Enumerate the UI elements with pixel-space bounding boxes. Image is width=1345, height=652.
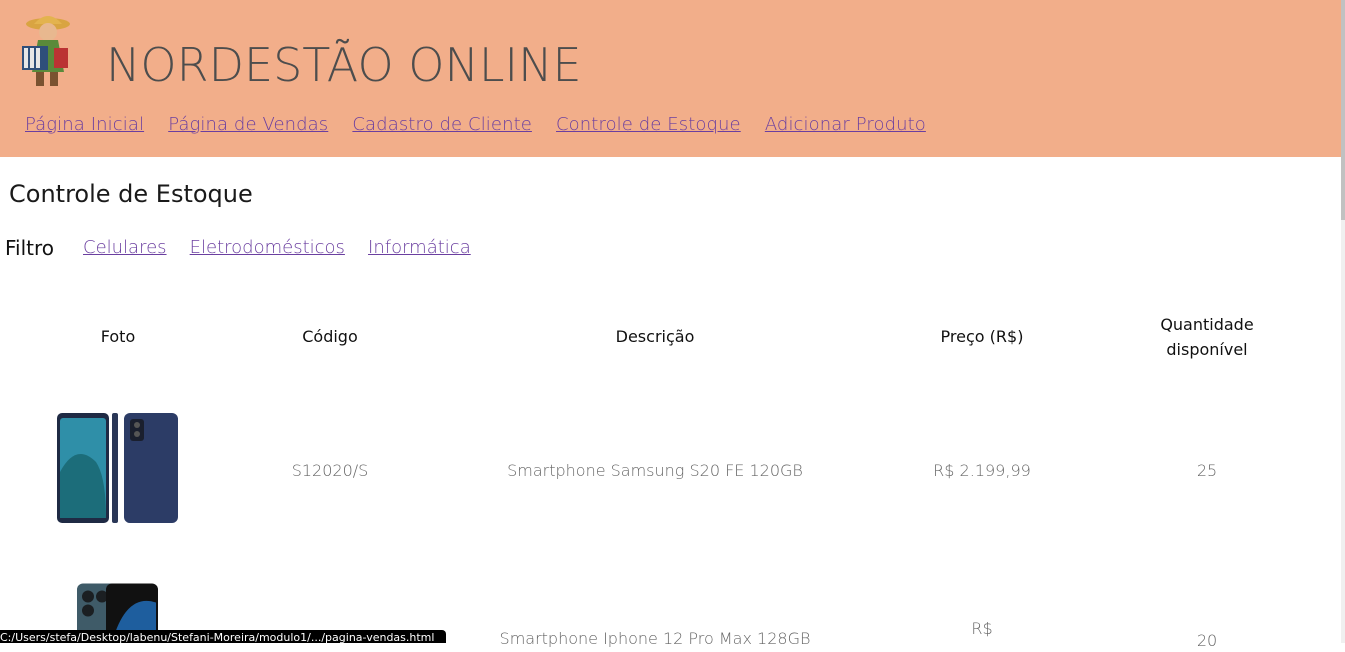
column-header-quantity: Quantidade disponível <box>1160 315 1254 359</box>
filter-label: Filtro <box>5 236 55 260</box>
product-quantity: 25 <box>1196 461 1218 480</box>
product-code: S12020/S <box>291 461 369 480</box>
filter-links: Celulares Eletrodomésticos Informática <box>83 237 489 258</box>
scrollbar-thumb[interactable] <box>1341 0 1345 220</box>
page-title: Controle de Estoque <box>9 180 253 208</box>
product-price: R$ 2.199,99 <box>933 461 1031 480</box>
link-status-bar: C:/Users/stefa/Desktop/labenu/Stefani-Mo… <box>0 630 446 643</box>
nav-link-sales[interactable]: Página de Vendas <box>168 114 328 135</box>
filter-link-phones[interactable]: Celulares <box>83 237 167 258</box>
column-header-description: Descrição <box>615 327 695 346</box>
page-scrollbar[interactable] <box>1341 0 1345 643</box>
nav-link-customer-register[interactable]: Cadastro de Cliente <box>352 114 532 135</box>
product-description: Smartphone Samsung S20 FE 120GB <box>507 461 803 480</box>
column-header-photo: Foto <box>100 327 136 346</box>
product-price: R$ <box>971 619 993 638</box>
column-header-code: Código <box>302 327 358 346</box>
accordion-player-logo-icon <box>22 16 70 86</box>
product-quantity: 20 <box>1196 631 1218 650</box>
nav-link-home[interactable]: Página Inicial <box>25 114 144 135</box>
site-header: NORDESTÃO ONLINE Página Inicial Página d… <box>0 0 1341 157</box>
site-title: NORDESTÃO ONLINE <box>106 38 582 92</box>
column-header-price: Preço (R$) <box>940 327 1024 346</box>
nav-link-add-product[interactable]: Adicionar Produto <box>765 114 926 135</box>
filter-link-appliances[interactable]: Eletrodomésticos <box>190 237 345 258</box>
product-description: Smartphone Iphone 12 Pro Max 128GB <box>499 629 811 648</box>
main-nav: Página Inicial Página de Vendas Cadastro… <box>25 114 945 135</box>
filter-link-computing[interactable]: Informática <box>368 237 471 258</box>
product-photo-samsung <box>57 413 178 523</box>
nav-link-stock-control[interactable]: Controle de Estoque <box>556 114 741 135</box>
